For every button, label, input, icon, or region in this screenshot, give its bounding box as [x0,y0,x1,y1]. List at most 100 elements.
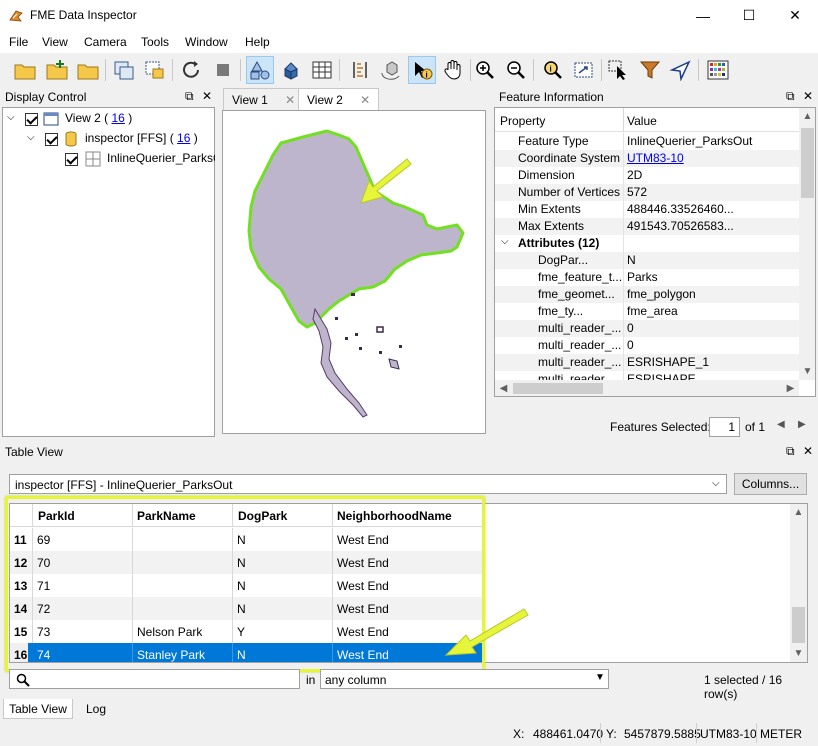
orbit-button[interactable] [377,56,405,84]
attributes-group[interactable]: ⌵ Attributes (12) [495,235,799,252]
scroll-thumb[interactable] [801,128,814,198]
navigate-button[interactable] [667,56,695,84]
attribute-row[interactable]: multi_reader_... ESRISHAPE_1 [495,354,799,371]
background-map-button[interactable] [704,56,732,84]
collapse-chevron-icon[interactable]: ⌵ [7,112,15,123]
view2-count-link[interactable]: 16 [111,111,124,125]
tab-view2[interactable]: View 2 ✕ [298,88,380,110]
column-filter-select[interactable]: any column ▼ [320,669,609,689]
windows-icon [114,61,134,80]
scroll-thumb[interactable] [792,607,805,643]
parksout-checkbox[interactable] [65,152,78,167]
info-row[interactable]: Number of Vertices 572 [495,184,799,201]
add-dataset-button[interactable] [43,56,71,84]
info-row[interactable]: Max Extents 491543.70526583... [495,218,799,235]
menu-camera[interactable]: Camera [84,35,127,49]
tab-view1[interactable]: View 1 ✕ [223,88,305,110]
maximize-button[interactable]: ☐ [726,0,772,31]
attribute-row[interactable]: DogPar... N [495,252,799,269]
close-panel-icon[interactable]: ✕ [803,444,813,458]
attribute-row[interactable]: multi_reader_... 0 [495,337,799,354]
minimize-button[interactable]: — [680,0,726,31]
collapse-chevron-icon[interactable]: ⌵ [501,236,509,247]
attribute-row[interactable]: fme_geomet... fme_polygon [495,286,799,303]
scroll-up-icon[interactable]: ▲ [790,504,807,521]
table-view-button[interactable] [308,56,336,84]
menu-view[interactable]: View [42,35,68,49]
table-scrollbar[interactable]: ▲ ▼ [790,504,807,662]
attribute-row[interactable]: multi_reader_... 0 [495,320,799,337]
2d-shapes-icon [250,60,270,80]
scroll-up-icon[interactable]: ▲ [799,108,815,125]
previous-feature-icon[interactable]: ◀ [777,419,785,430]
menu-file[interactable]: File [9,35,28,49]
view2-checkbox[interactable] [25,112,38,127]
next-feature-icon[interactable]: ▶ [798,419,806,430]
menu-help[interactable]: Help [245,35,270,49]
close-button[interactable]: ✕ [772,0,818,31]
scroll-down-icon[interactable]: ▼ [790,645,807,662]
pan-button[interactable] [439,56,467,84]
zoom-extents-button[interactable] [570,56,598,84]
select-button[interactable]: i [408,56,436,84]
columns-button[interactable]: Columns... [734,473,807,495]
coordinate-system: UTM83-10 [700,727,757,741]
close-tab-icon[interactable]: ✕ [360,93,370,107]
tree-item-view2[interactable]: View 2 ( 16 ) [65,111,132,125]
paste-view-button[interactable] [141,56,169,84]
close-panel-icon[interactable]: ✕ [202,89,212,103]
coordinate-system-link[interactable]: UTM83-10 [627,151,684,165]
float-panel-icon[interactable]: ⧉ [185,89,194,104]
float-panel-icon[interactable]: ⧉ [786,89,795,104]
inspector-checkbox[interactable] [45,132,58,147]
info-row[interactable]: Coordinate System UTM83-10 [495,150,799,167]
zoom-extents-icon [574,62,593,78]
float-panel-icon[interactable]: ⧉ [786,444,795,459]
close-tab-icon[interactable]: ✕ [285,93,295,107]
title-bar: FME Data Inspector — ☐ ✕ [0,0,818,31]
menu-tools[interactable]: Tools [141,35,169,49]
zoom-out-button[interactable] [502,56,530,84]
tab-log[interactable]: Log [78,699,114,719]
collapse-chevron-icon[interactable]: ⌵ [27,132,35,143]
open-folder-button[interactable] [74,56,102,84]
close-panel-icon[interactable]: ✕ [803,89,813,103]
attribute-row[interactable]: fme_ty... fme_area [495,303,799,320]
table-view-title: Table View [5,445,63,459]
measure-button[interactable] [346,56,374,84]
zoom-in-button[interactable] [471,56,499,84]
tree-item-parksout[interactable]: InlineQuerier_ParksOut [107,151,215,165]
table-search-input[interactable] [9,669,300,689]
scroll-thumb[interactable] [513,383,603,394]
menu-window[interactable]: Window [185,35,228,49]
scroll-right-icon[interactable]: ▶ [782,380,799,396]
info-row[interactable]: Dimension 2D [495,167,799,184]
refresh-button[interactable] [178,56,206,84]
select-area-icon [608,60,626,80]
map-canvas[interactable] [222,110,486,434]
attribute-row[interactable]: fme_feature_t... Parks [495,269,799,286]
tree-item-inspector[interactable]: inspector [FFS] ( 16 ) [85,131,198,145]
funnel-icon [639,61,661,79]
stop-button[interactable] [209,56,237,84]
3d-view-button[interactable] [277,56,305,84]
open-dataset-button[interactable] [11,56,39,84]
select-tool-button[interactable] [605,56,633,84]
info-h-scrollbar[interactable]: ◀ ▶ [495,380,799,396]
info-scrollbar[interactable]: ▲ ▼ [799,108,815,380]
2d-view-button[interactable] [246,56,274,84]
tab-table-view[interactable]: Table View [3,699,73,719]
query-button[interactable]: i [539,56,567,84]
info-row[interactable]: Feature Type InlineQuerier_ParksOut [495,133,799,150]
search-icon [16,673,30,687]
feature-type-select[interactable]: inspector [FFS] - InlineQuerier_ParksOut… [9,474,727,494]
copy-view-button[interactable] [110,56,138,84]
scroll-down-icon[interactable]: ▼ [799,363,815,380]
orbit-icon [381,61,400,80]
feature-index-input[interactable]: 1 [709,417,740,437]
filter-button[interactable] [636,56,664,84]
small-feature [379,351,382,354]
scroll-left-icon[interactable]: ◀ [495,380,512,396]
inspector-count-link[interactable]: 16 [177,131,190,145]
info-row[interactable]: Min Extents 488446.33526460... [495,201,799,218]
